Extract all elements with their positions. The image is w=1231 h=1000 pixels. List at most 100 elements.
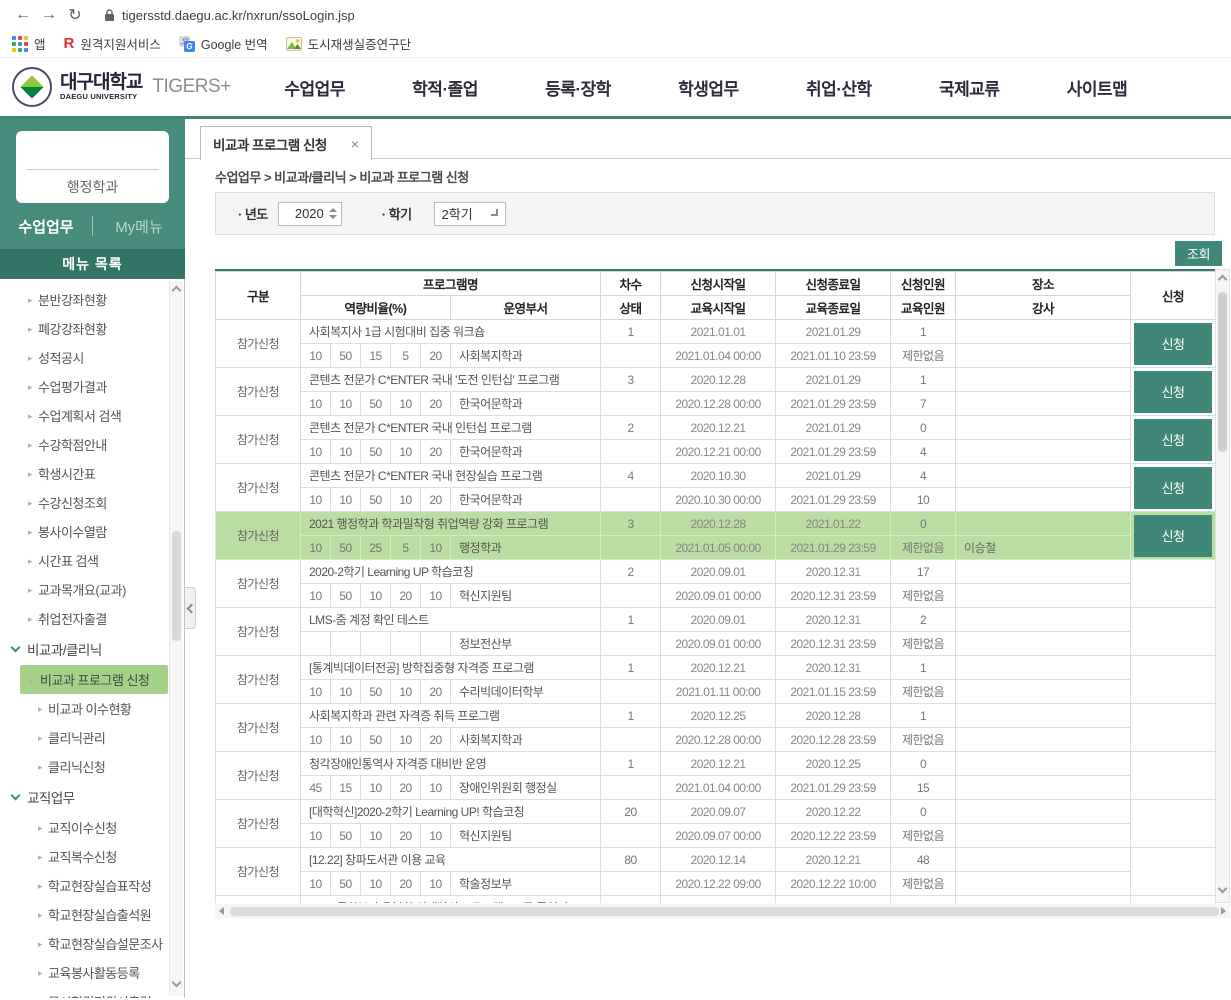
program-row[interactable]: 참가신청 [12.22] 창파도서관 이용 교육 80 2020.12.14 2… (216, 848, 1216, 872)
program-row[interactable]: 2020 특화분야 융복합 인재양성 프로그램 - 토목 졸업서 6 2020.… (216, 896, 1216, 904)
address-bar[interactable]: tigersstd.daegu.ac.kr/nxrun/ssoLogin.jsp (104, 8, 355, 23)
program-detail-row[interactable]: 정보전산부 2020.09.01 00:00 2020.12.31 23:59 … (216, 632, 1216, 656)
year-input[interactable]: 2020 (278, 202, 342, 226)
program-detail-row[interactable]: 10 10 50 10 20 수리빅데이터학부 2021.01.11 00:00… (216, 680, 1216, 704)
nav-item-records[interactable]: 학적·졸업 (412, 75, 478, 100)
program-detail-row[interactable]: 10 50 10 20 10 학술정보부 2020.12.22 09:00 20… (216, 872, 1216, 896)
sidebar-item[interactable]: ▸클리닉관리 (0, 723, 184, 752)
scroll-up-icon[interactable] (1218, 275, 1228, 285)
sidebar-item[interactable]: ▸교직복수신청 (0, 842, 184, 871)
sidebar-section[interactable]: 비교과/클리닉 (0, 633, 184, 665)
sidebar-item[interactable]: ▸폐강강좌현황 (0, 314, 184, 343)
bookmark-research-group[interactable]: 도시재생실증연구단 (286, 34, 412, 53)
program-row[interactable]: 참가신청 2020-2학기 Learning UP 학습코칭 2 2020.09… (216, 560, 1216, 584)
program-detail-row[interactable]: 10 10 50 10 20 한국어문학과 2020.10.30 00:00 2… (216, 488, 1216, 512)
program-row[interactable]: 참가신청 콘텐츠 전문가 C*ENTER 국내 현장실습 프로그램 4 2020… (216, 464, 1216, 488)
sidebar-section[interactable]: 교직업무 (0, 781, 184, 813)
university-logo[interactable]: 대구대학교 DAEGU UNIVERSITY TIGERS+ (12, 67, 231, 107)
sidebar-item[interactable]: ▸취업전자출결 (0, 604, 184, 633)
sidebar-item[interactable]: ▸성적공시 (0, 343, 184, 372)
nav-item-student[interactable]: 학생업무 (678, 75, 739, 100)
sidebar-collapse-handle[interactable] (185, 587, 196, 629)
sidebar-item[interactable]: ▸무시험검정원서출력 (0, 987, 184, 998)
ratio-cell: 20 (421, 392, 451, 416)
scroll-right-icon[interactable] (1221, 907, 1226, 915)
program-detail-row[interactable]: 10 50 10 20 10 혁신지원팀 2020.09.01 00:00 20… (216, 584, 1216, 608)
nav-item-career[interactable]: 취업·산학 (806, 75, 872, 100)
tab-program-apply[interactable]: 비교과 프로그램 신청 × (200, 126, 372, 160)
apply-button[interactable]: 신청 (1134, 419, 1212, 461)
sidebar-tab-work[interactable]: 수업업무 (0, 216, 92, 237)
program-row[interactable]: 참가신청 [대학혁신]2020-2학기 Learning UP! 학습코칭 20… (216, 800, 1216, 824)
scroll-down-icon[interactable] (1218, 884, 1228, 894)
sidebar-item[interactable]: ▸클리닉신청 (0, 752, 184, 781)
semester-select[interactable]: 2학기 (434, 202, 506, 226)
filter-panel: 년도 2020 학기 2학기 (215, 192, 1215, 235)
order-cell: 1 (601, 608, 661, 632)
bookmark-google-translate[interactable]: 文G Google 번역 (179, 34, 268, 53)
apply-button[interactable]: 신청 (1134, 323, 1212, 365)
program-row[interactable]: 참가신청 LMS-줌 계정 확인 테스트 1 2020.09.01 2020.1… (216, 608, 1216, 632)
scroll-left-icon[interactable] (219, 907, 224, 915)
program-detail-row[interactable]: 10 50 25 5 10 행정학과 2021.01.05 00:00 2021… (216, 536, 1216, 560)
bookmark-remote-support[interactable]: R 원격지원서비스 (64, 34, 161, 53)
program-detail-row[interactable]: 10 10 50 10 20 한국어문학과 2020.12.21 00:00 2… (216, 440, 1216, 464)
ratio-cell: 5 (391, 344, 421, 368)
apply-button[interactable]: 신청 (1134, 515, 1212, 557)
program-detail-row[interactable]: 10 50 10 20 10 혁신지원팀 2020.09.07 00:00 20… (216, 824, 1216, 848)
nav-item-tuition[interactable]: 등록·장학 (545, 75, 611, 100)
apply-button[interactable]: 신청 (1134, 371, 1212, 413)
program-detail-row[interactable]: 10 10 50 10 20 한국어문학과 2020.12.28 00:00 2… (216, 392, 1216, 416)
edu-start-cell: 2021.01.04 00:00 (661, 344, 776, 368)
program-row[interactable]: 참가신청 2021 행정학과 학과밀착형 취업역량 강화 프로그램 3 2020… (216, 512, 1216, 536)
spinner-icon[interactable] (329, 208, 337, 219)
apply-end-cell: 2021.01.29 (776, 416, 891, 440)
sidebar-tab-mymenu[interactable]: My메뉴 (93, 216, 185, 237)
search-button[interactable]: 조회 (1175, 241, 1222, 266)
edu-end-cell: 2021.01.29 23:59 (776, 488, 891, 512)
sidebar-item[interactable]: ▸비교과 이수현황 (0, 694, 184, 723)
sidebar-item[interactable]: ▸교육봉사활동등록 (0, 958, 184, 987)
nav-item-classes[interactable]: 수업업무 (284, 75, 345, 100)
scroll-thumb[interactable] (230, 907, 1219, 916)
sidebar-item[interactable]: ▸수업평가결과 (0, 372, 184, 401)
sidebar-scrollbar[interactable] (169, 281, 183, 996)
program-row[interactable]: 참가신청 콘텐츠 전문가 C*ENTER 국내 인턴십 프로그램 2 2020.… (216, 416, 1216, 440)
nav-item-international[interactable]: 국제교류 (939, 75, 1000, 100)
sidebar-item[interactable]: ▸시간표 검색 (0, 546, 184, 575)
program-detail-row[interactable]: 10 10 50 10 20 사회복지학과 2020.12.28 00:00 2… (216, 728, 1216, 752)
reload-icon[interactable]: ↻ (62, 5, 88, 25)
sidebar-item-active[interactable]: ▸비교과 프로그램 신청 (20, 665, 168, 694)
program-row[interactable]: 참가신청 사회복지사 1급 시험대비 집중 워크숍 1 2021.01.01 2… (216, 320, 1216, 344)
sidebar-item[interactable]: ▸교과목개요(교과) (0, 575, 184, 604)
sidebar-item[interactable]: ▸학교현장실습출석원 (0, 900, 184, 929)
sidebar-item[interactable]: ▸봉사이수열람 (0, 517, 184, 546)
apply-button[interactable]: 신청 (1134, 467, 1212, 509)
sidebar-item[interactable]: ▸수강신청조회 (0, 488, 184, 517)
scroll-thumb[interactable] (1218, 292, 1227, 452)
sidebar-scroll-thumb[interactable] (172, 531, 181, 641)
sidebar-item[interactable]: ▸수강학점안내 (0, 430, 184, 459)
sidebar-item[interactable]: ▸분반강좌현황 (0, 285, 184, 314)
sidebar-item[interactable]: ▸학생시간표 (0, 459, 184, 488)
program-row[interactable]: 참가신청 [통계빅데이터전공] 방학집중형 자격증 프로그램 1 2020.12… (216, 656, 1216, 680)
program-detail-row[interactable]: 45 15 10 20 10 장애인위원회 행정실 2021.01.04 00:… (216, 776, 1216, 800)
sidebar-item[interactable]: ▸수업계획서 검색 (0, 401, 184, 430)
sidebar-item[interactable]: ▸학교현장실습설문조사 (0, 929, 184, 958)
scroll-down-icon[interactable] (172, 978, 182, 988)
program-row[interactable]: 참가신청 청각장애인통역사 자격증 대비반 운영 1 2020.12.21 20… (216, 752, 1216, 776)
sidebar-item[interactable]: ▸교직이수신청 (0, 813, 184, 842)
table-vertical-scrollbar[interactable] (1215, 269, 1230, 903)
place-cell (956, 704, 1131, 728)
program-detail-row[interactable]: 10 50 15 5 20 사회복지학과 2021.01.04 00:00 20… (216, 344, 1216, 368)
back-icon[interactable]: ← (10, 6, 36, 24)
forward-icon[interactable]: → (36, 6, 62, 24)
sidebar-item[interactable]: ▸학교현장실습표작성 (0, 871, 184, 900)
program-row[interactable]: 참가신청 사회복지학과 관련 자격증 취득 프로그램 1 2020.12.25 … (216, 704, 1216, 728)
tab-close-icon[interactable]: × (351, 136, 359, 152)
table-horizontal-scrollbar[interactable] (215, 904, 1230, 918)
bookmark-apps[interactable]: 앱 (12, 34, 46, 53)
scroll-up-icon[interactable] (172, 286, 182, 296)
program-row[interactable]: 참가신청 콘텐츠 전문가 C*ENTER 국내 '도전 인턴십' 프로그램 3 … (216, 368, 1216, 392)
nav-item-sitemap[interactable]: 사이트맵 (1067, 75, 1128, 100)
